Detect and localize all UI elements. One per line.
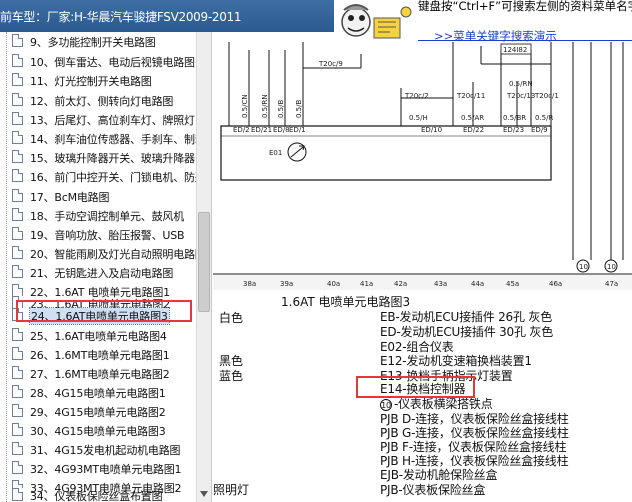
pin-label: ED/1 [289, 126, 306, 134]
tree-item[interactable]: 21、无钥匙进入及启动电路图 [0, 263, 200, 281]
tree-item[interactable]: 34、仪表板保险丝盒布置图 [0, 486, 200, 502]
circuit-diagram-canvas: 124I82 T20c/9 0.5/RN T20c/2 T20c/11 T20c… [213, 42, 632, 290]
pin-label: ED/21 [251, 126, 272, 134]
pin-label: 44a [471, 280, 484, 288]
pin-label: 47a [605, 280, 618, 288]
wire-label: 0.5/AR [461, 114, 484, 122]
ground-point-label: 10 [607, 263, 616, 271]
tree-item[interactable]: 25、1.6AT电喷单元电路图4 [0, 326, 200, 344]
document-icon [12, 73, 23, 86]
ground-point-label: 10 [579, 263, 588, 271]
document-icon [12, 404, 23, 417]
tree-item[interactable]: 20、智能雨刷及灯光自动照明电路图 [0, 244, 206, 262]
connector-label: 124I82 [503, 46, 527, 54]
tree-item[interactable]: 15、玻璃升降器开关、玻璃升降器 [0, 148, 200, 166]
pin-label: 43a [434, 280, 447, 288]
vehicle-model-title: 前车型：厂家:H-华晨汽车骏捷FSV2009-2011 [0, 0, 334, 32]
wire-label: 0.5/R [535, 114, 553, 122]
tree-item[interactable]: 32、4G93MT电喷单元电路图1 [0, 459, 200, 477]
tree-item[interactable]: 9、多功能控制开关电路图 [0, 32, 200, 50]
document-icon [12, 93, 23, 106]
sidebar-tree: 9、多功能控制开关电路图 10、倒车雷达、电动后视镜电路图 11、灯光控制开关电… [0, 32, 212, 502]
tree-item[interactable]: 30、4G15电喷单元电路图3 [0, 421, 200, 439]
tree-item[interactable]: 28、4G15电喷单元电路图1 [0, 383, 200, 401]
tree-item[interactable]: 17、BcM电路图 [0, 187, 200, 205]
scroll-down-arrow-icon[interactable] [198, 486, 210, 500]
tree-item[interactable]: 19、音响功放、胎压报警、USB [0, 225, 200, 243]
tree-item[interactable]: 16、前门中控开关、门锁电机、防盗 [0, 167, 206, 185]
wiring-diagram: 124I82 T20c/9 0.5/RN T20c/2 T20c/11 T20c… [213, 42, 632, 290]
wire-label: 0.5/BR [503, 114, 526, 122]
wire-label: T20c/13 [506, 92, 535, 100]
mascot-icon [336, 0, 414, 42]
document-icon [12, 461, 23, 474]
color-label: 蓝色 [219, 369, 244, 383]
tree-item[interactable]: 14、刹车油位传感器、手刹车、制动 [0, 129, 206, 147]
pin-label: 46a [549, 280, 562, 288]
document-icon [12, 208, 23, 221]
legend-panel: 1.6AT 电喷单元电路图3 白色 黑色 蓝色 照明灯 EB-发动机ECU接插件… [213, 290, 632, 502]
tree-item[interactable]: 10、倒车雷达、电动后视镜电路图 [0, 52, 200, 70]
pin-label: ED/10 [421, 126, 442, 134]
pin-label: ED/8 [273, 126, 290, 134]
pin-label: ED/22 [463, 126, 484, 134]
component-label: E01 [269, 149, 282, 157]
document-icon [12, 54, 23, 67]
wire-label: 0.5/B [277, 100, 285, 118]
document-icon [12, 265, 23, 278]
tree-item[interactable]: 12、前太灯、侧转向灯电路图 [0, 91, 200, 109]
document-icon [12, 150, 23, 163]
wire-label: T20c/9 [318, 60, 343, 68]
document-icon [12, 112, 23, 125]
pin-label: ED/9 [531, 126, 548, 134]
pin-label: 45a [506, 280, 519, 288]
document-icon [12, 227, 23, 240]
document-icon [12, 488, 23, 501]
wire-label: T20c/1 [534, 92, 559, 100]
tree-item[interactable]: 26、1.6MT电喷单元电路图1 [0, 345, 200, 363]
document-icon [12, 385, 23, 398]
document-icon [12, 442, 23, 455]
pin-label: 41a [360, 280, 373, 288]
pin-label: 39a [280, 280, 293, 288]
pin-label: 40a [327, 280, 340, 288]
document-icon [12, 131, 23, 144]
selection-highlight [16, 300, 192, 322]
tree-item[interactable]: 13、后尾灯、高位刹车灯、牌照灯 [0, 110, 200, 128]
color-label: 白色 [219, 311, 244, 325]
pin-label: ED/2 [233, 126, 250, 134]
document-icon [12, 34, 23, 47]
document-icon [12, 347, 23, 360]
document-icon [12, 423, 23, 436]
wire-label: 0.5/B [295, 100, 303, 118]
ground-symbol-icon: 10 [380, 398, 392, 411]
document-icon [12, 366, 23, 379]
document-icon [12, 328, 23, 341]
document-icon [12, 169, 23, 182]
wire-label: T20c/11 [456, 92, 485, 100]
tree-item[interactable]: 11、灯光控制开关电路图 [0, 71, 200, 89]
wire-label: 0.5/H [409, 114, 428, 122]
tree-item[interactable]: 29、4G15电喷单元电路图2 [0, 402, 200, 420]
wire-label: T20c/2 [404, 92, 429, 100]
tree-item[interactable]: 18、手动空调控制单元、鼓风机 [0, 206, 200, 224]
scrollbar-thumb[interactable] [198, 212, 210, 312]
search-hint: 键盘按“Ctrl+F”可搜索左侧的资料菜单名字! [418, 0, 632, 12]
wire-label: 0.5/RN [261, 94, 269, 118]
document-icon [12, 189, 23, 202]
pin-label: ED/23 [503, 126, 524, 134]
document-icon [12, 246, 23, 259]
pin-label: 42a [394, 280, 407, 288]
tree-item[interactable]: 27、1.6MT电喷单元电路图2 [0, 364, 200, 382]
hint-divider [418, 40, 632, 41]
legend-highlight-box [356, 376, 475, 398]
wire-label: 0.5/CN [241, 94, 249, 118]
pin-label: 38a [243, 280, 256, 288]
tree-item[interactable]: 31、4G15发电机起动机电路图 [0, 440, 200, 458]
color-label: 照明灯 [213, 483, 250, 497]
legend-entry: PJB-仪表板保险丝盒 [380, 483, 486, 497]
wire-label: 0.5/RN [509, 80, 533, 88]
sensor-symbol-icon [287, 142, 307, 162]
